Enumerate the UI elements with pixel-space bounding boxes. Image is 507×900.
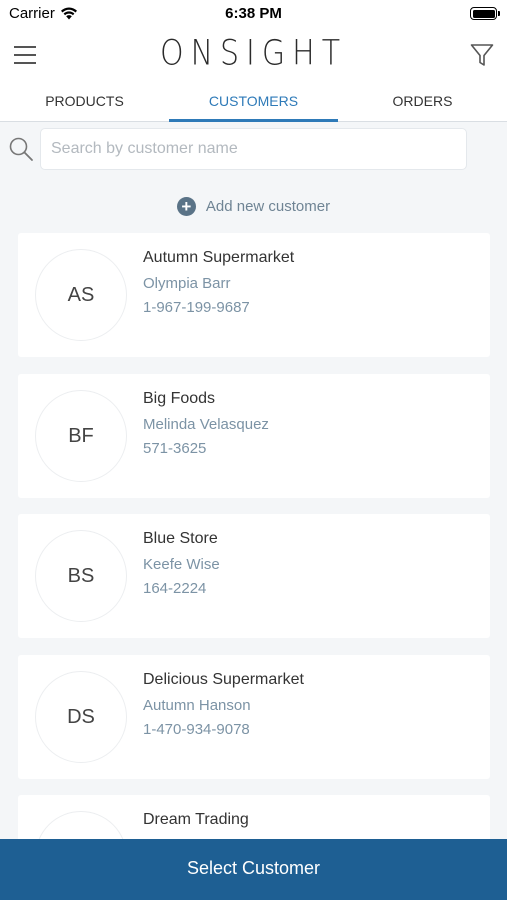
customer-name: Delicious Supermarket (143, 671, 304, 688)
customer-phone: 571-3625 (143, 440, 207, 457)
status-time: 6:38 PM (225, 5, 282, 22)
tab-customers[interactable]: CUSTOMERS (169, 84, 338, 122)
customer-phone: 1-470-934-9078 (143, 721, 250, 738)
customer-name: Dream Trading (143, 811, 249, 828)
customer-phone: 164-2224 (143, 580, 207, 597)
tab-bar: PRODUCTS CUSTOMERS ORDERS (0, 84, 507, 122)
app-logo: ONSIGHT (159, 33, 348, 74)
customer-card[interactable]: BS Blue Store Keefe Wise 164-2224 (18, 514, 490, 638)
tab-orders[interactable]: ORDERS (338, 84, 507, 121)
search-bar (0, 127, 507, 171)
customer-card[interactable]: AS Autumn Supermarket Olympia Barr 1-967… (18, 233, 490, 357)
customer-name: Blue Store (143, 530, 218, 547)
add-new-customer-button[interactable]: + Add new customer (0, 193, 507, 219)
customer-name: Big Foods (143, 390, 216, 407)
tab-products[interactable]: PRODUCTS (0, 84, 169, 121)
status-bar: Carrier 6:38 PM (0, 0, 507, 28)
customer-avatar: AS (35, 249, 127, 341)
filter-funnel-icon (470, 44, 494, 66)
customer-avatar: DS (35, 671, 127, 763)
customer-contact: Autumn Hanson (143, 697, 251, 714)
customer-contact: Keefe Wise (143, 556, 220, 573)
select-customer-button[interactable]: Select Customer (0, 839, 507, 900)
battery-icon (470, 7, 500, 20)
customer-phone: 1-967-199-9687 (143, 299, 250, 316)
customer-contact: Melinda Velasquez (143, 416, 269, 433)
add-new-customer-label: Add new customer (205, 197, 331, 215)
customer-card[interactable]: BF Big Foods Melinda Velasquez 571-3625 (18, 374, 490, 498)
customer-avatar: BS (35, 530, 127, 622)
plus-circle-icon: + (176, 196, 196, 216)
filter-button[interactable] (469, 42, 495, 68)
customer-search-input[interactable] (40, 128, 467, 170)
customer-card[interactable]: DS Delicious Supermarket Autumn Hanson 1… (18, 655, 490, 779)
customer-name: Autumn Supermarket (143, 249, 295, 266)
navigation-bar: ONSIGHT (0, 28, 507, 84)
customer-avatar: BF (35, 390, 127, 482)
search-icon (9, 137, 33, 161)
customer-contact: Olympia Barr (143, 275, 231, 292)
